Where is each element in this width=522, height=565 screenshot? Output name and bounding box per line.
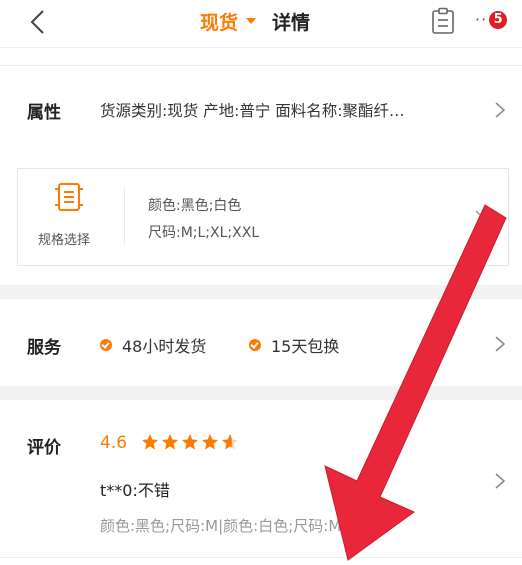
review-score: 4.6 <box>100 433 128 453</box>
service-item: 48小时发货 <box>100 333 206 357</box>
chevron-right-icon <box>495 102 506 118</box>
section-gap <box>0 386 522 400</box>
more-icon: ·· <box>475 10 488 29</box>
spec-caption: 规格选择 <box>38 233 91 248</box>
star-icon <box>162 434 178 450</box>
service-item: 15天包换 <box>249 333 339 357</box>
back-chevron-icon[interactable] <box>26 8 50 36</box>
attributes-label: 属性 <box>27 103 61 123</box>
annotation-arrow <box>324 204 507 561</box>
clipboard-icon[interactable] <box>430 7 456 35</box>
spec-separator <box>124 187 125 245</box>
spec-size-line: 尺码:M;L;XL;XXL <box>148 225 260 241</box>
star-rating <box>141 433 241 451</box>
tab-spot-goods[interactable]: 现货 <box>200 8 238 35</box>
service-item-text: 48小时发货 <box>122 337 207 356</box>
check-icon <box>100 339 112 351</box>
review-label: 评价 <box>27 438 61 458</box>
section-gap <box>0 285 522 299</box>
review-spec: 颜色:黑色;尺码:M|颜色:白色;尺码:M <box>100 517 342 535</box>
star-icon <box>182 434 198 450</box>
review-text: t**0:不错 <box>100 481 170 500</box>
caret-down-icon[interactable] <box>246 18 257 24</box>
more-menu[interactable]: ·· 5 <box>475 10 508 29</box>
divider <box>0 557 522 558</box>
star-icon <box>222 434 238 450</box>
spec-color-line: 颜色:黑色;白色 <box>148 198 242 214</box>
chevron-down-icon <box>475 210 491 220</box>
service-label: 服务 <box>27 338 61 358</box>
tab-details[interactable]: 详情 <box>272 8 310 35</box>
star-icon <box>202 434 218 450</box>
check-icon <box>249 339 261 351</box>
star-icon <box>142 434 158 450</box>
spec-list-icon <box>55 183 83 211</box>
attributes-text: 货源类别:现货 产地:普宁 面料名称:聚酯纤… <box>100 102 405 120</box>
service-item-text: 15天包换 <box>271 337 340 356</box>
divider <box>0 47 522 48</box>
chevron-right-icon <box>495 473 506 489</box>
chevron-right-icon <box>495 336 506 352</box>
notification-badge: 5 <box>489 11 508 29</box>
top-nav-bar: 现货 详情 ·· 5 <box>0 0 522 46</box>
spec-selection-card[interactable]: 规格选择 颜色:黑色;白色 尺码:M;L;XL;XXL <box>17 168 509 266</box>
divider <box>0 65 522 66</box>
nav-tabs: 现货 详情 <box>200 6 310 36</box>
